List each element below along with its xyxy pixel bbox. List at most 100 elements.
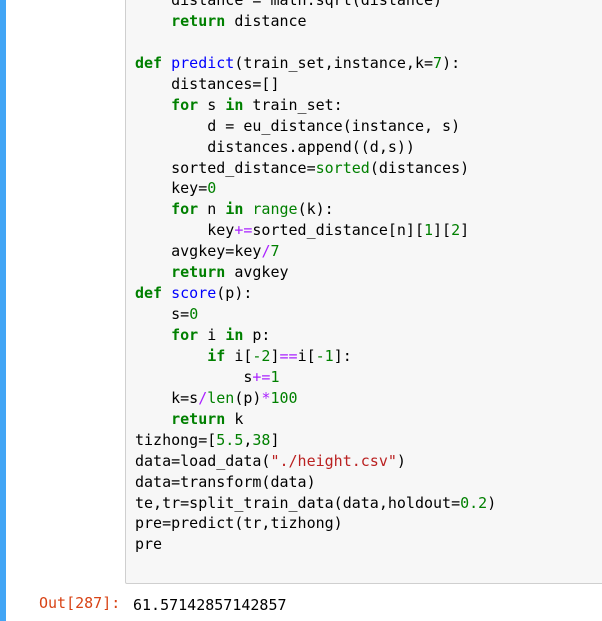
code-text: tizhong=[ [135, 430, 217, 449]
code-text: k [225, 409, 244, 428]
code-text: te,tr=split_train_data(data,holdout= [135, 493, 461, 512]
code-line: tizhong=[5.5,38] [135, 430, 496, 451]
string-literal: "./height.csv" [270, 451, 397, 470]
code-line: key+=sorted_distance[n][1][2] [135, 220, 496, 241]
code-text: avgkey [225, 263, 289, 282]
keyword-in: in [225, 326, 244, 344]
number-literal: -1 [315, 346, 334, 365]
operator: += [234, 221, 253, 240]
code-line: distance = math.sqrt(distance) [135, 0, 496, 11]
code-text: i[ [297, 346, 316, 365]
builtin-len: len [207, 388, 235, 407]
code-text: data=load_data( [135, 451, 271, 470]
code-line: for n in range(k): [135, 199, 496, 220]
code-text: p: [243, 326, 271, 344]
code-line: def predict(train_set,instance,k=7): [135, 53, 496, 74]
keyword-if: if [207, 346, 226, 365]
number-literal: 0 [189, 305, 199, 324]
code-line: key=0 [135, 178, 496, 199]
operator: += [252, 367, 271, 386]
code-text: i[ [225, 346, 253, 365]
code-text: sorted_distance[n][ [252, 221, 424, 240]
keyword-return: return [171, 263, 226, 282]
code-text: ) [396, 451, 406, 470]
code-editor[interactable]: distance = math.sqrt(distance) return di… [135, 0, 496, 555]
code-text: ]: [333, 346, 352, 365]
builtin-range: range [243, 200, 298, 219]
code-text: distance = math.sqrt(distance) [135, 0, 443, 9]
code-line: if i[-2]==i[-1]: [135, 346, 496, 367]
code-line: pre [135, 534, 496, 555]
number-literal: 7 [433, 53, 443, 72]
code-line: def score(p): [135, 283, 496, 304]
code-text: n [198, 200, 226, 219]
keyword-for: for [171, 95, 199, 114]
number-literal: 1 [270, 367, 280, 386]
operator: / [198, 388, 208, 407]
output-value: 61.57142857142857 [133, 596, 287, 614]
code-text: key= [171, 179, 208, 198]
function-name-score: score [171, 284, 217, 303]
number-literal: 2 [451, 221, 461, 240]
code-text: data=transform(data) [135, 472, 316, 491]
code-line: data=transform(data) [135, 472, 496, 493]
code-line: distances=[] [135, 74, 496, 95]
code-line: distances.append((d,s)) [135, 137, 496, 158]
code-line: k=s/len(p)*100 [135, 388, 496, 409]
code-text: s [198, 95, 226, 114]
code-line: return avgkey [135, 262, 496, 283]
code-text: ] [270, 346, 280, 365]
code-text: ] [460, 221, 470, 240]
code-text: distances.append((d,s)) [207, 137, 415, 156]
number-literal: 7 [270, 242, 280, 261]
code-text: (k): [297, 200, 334, 219]
code-text: (p) [234, 388, 262, 407]
number-literal: 0.2 [460, 493, 488, 512]
code-text: ): [442, 53, 461, 72]
code-text: k=s [171, 388, 199, 407]
code-line: te,tr=split_train_data(data,holdout=0.2) [135, 493, 496, 514]
keyword-def: def [135, 53, 163, 72]
code-text: (train_set,instance,k= [234, 53, 434, 72]
notebook-cell[interactable]: distance = math.sqrt(distance) return di… [0, 0, 602, 621]
code-text: distances=[] [171, 74, 280, 93]
keyword-in: in [225, 200, 244, 219]
keyword-for: for [171, 200, 199, 219]
code-line: return k [135, 409, 496, 430]
number-literal: 5.5 [216, 430, 244, 449]
code-text: pre=predict(tr,tizhong) [135, 514, 343, 533]
number-literal: 0 [207, 179, 217, 198]
number-literal: -2 [252, 346, 271, 365]
code-line: return distance [135, 11, 496, 32]
code-line: d = eu_distance(instance, s) [135, 116, 496, 137]
keyword-return: return [171, 11, 226, 30]
code-line: for i in p: [135, 325, 496, 346]
code-line: s+=1 [135, 367, 496, 388]
code-text: s= [171, 305, 190, 324]
code-line: data=load_data("./height.csv") [135, 451, 496, 472]
number-literal: 38 [252, 430, 271, 449]
code-line: for s in train_set: [135, 95, 496, 116]
number-literal: 100 [270, 388, 298, 407]
code-text: train_set: [243, 95, 343, 114]
code-text: avgkey=key [171, 242, 262, 261]
code-text: distance [225, 11, 307, 30]
function-name-predict: predict [171, 53, 235, 72]
code-text: d = eu_distance(instance, s) [207, 116, 461, 135]
keyword-for: for [171, 326, 199, 344]
code-text: i [198, 326, 226, 344]
output-prompt: Out[287]: [39, 594, 121, 612]
selected-cell-indicator [0, 0, 6, 621]
code-text: ][ [433, 221, 452, 240]
code-line: pre=predict(tr,tizhong) [135, 513, 496, 534]
code-text: ) [487, 493, 497, 512]
keyword-def: def [135, 284, 163, 303]
builtin-sorted: sorted [315, 158, 370, 177]
code-text: sorted_distance= [171, 158, 316, 177]
code-text: (distances) [369, 158, 470, 177]
code-line: s=0 [135, 304, 496, 325]
operator: == [279, 346, 298, 365]
code-text: key [207, 221, 235, 240]
code-line: sorted_distance=sorted(distances) [135, 158, 496, 179]
